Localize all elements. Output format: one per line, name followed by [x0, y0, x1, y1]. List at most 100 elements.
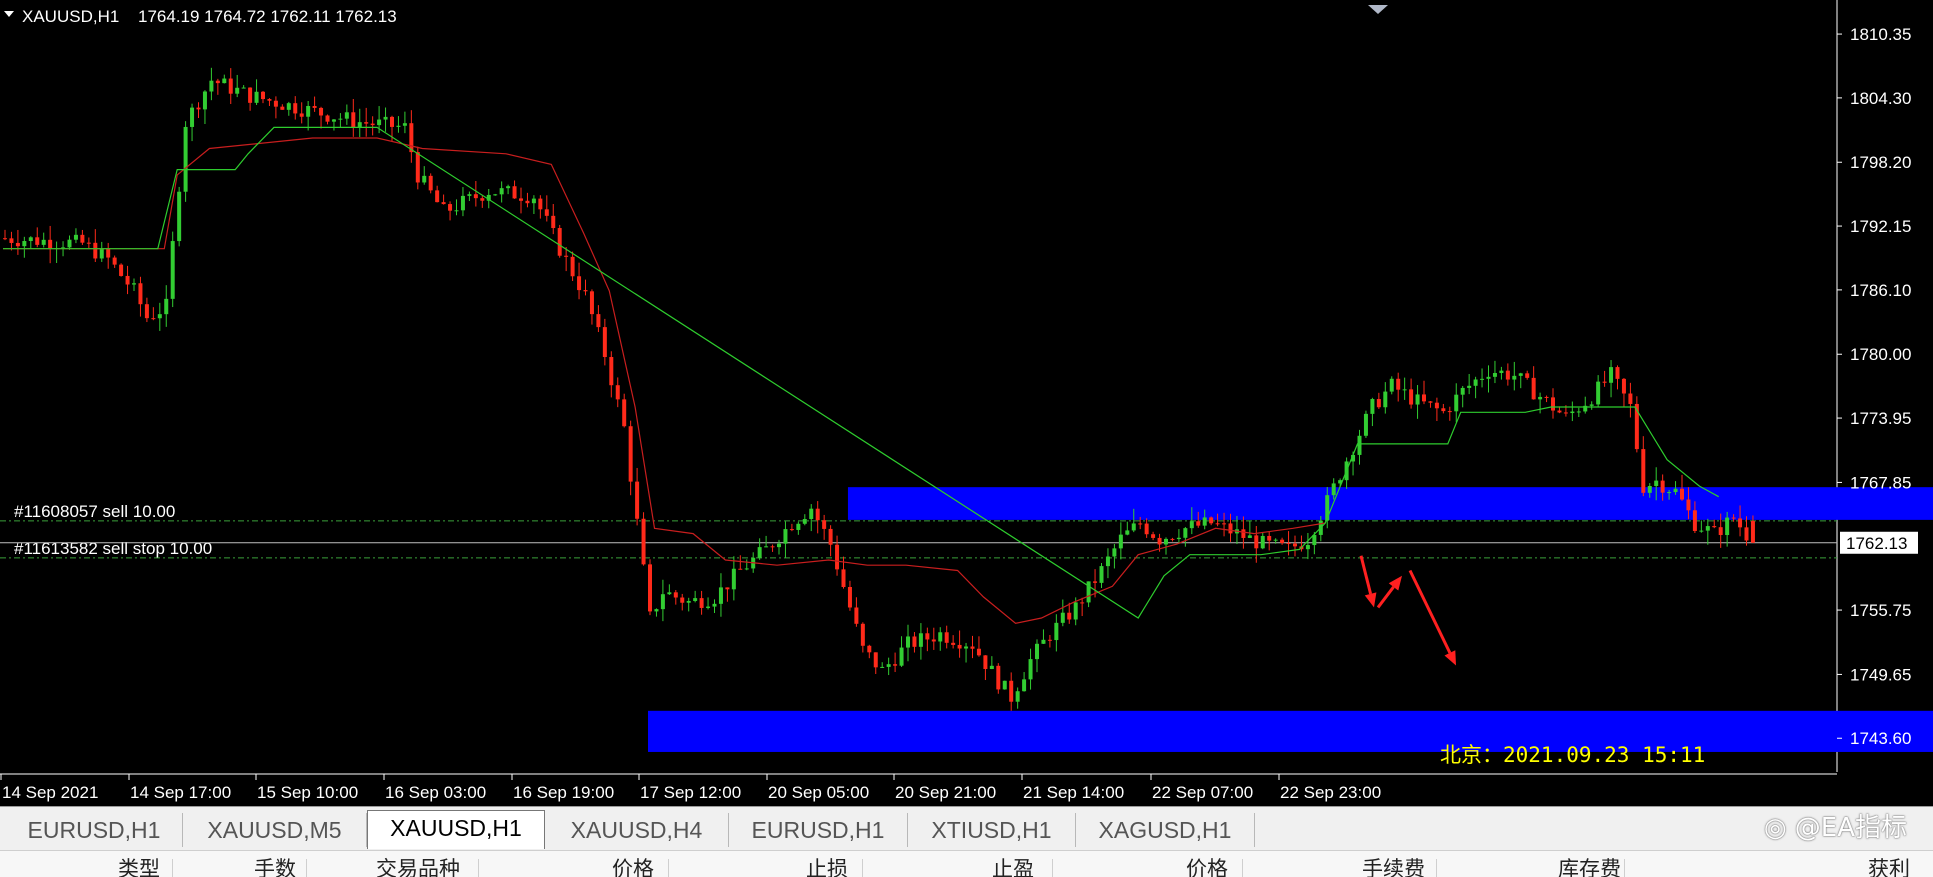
- candle-body: [1073, 602, 1078, 620]
- candle-body: [415, 152, 420, 183]
- candle-body: [957, 644, 962, 649]
- tab-xauusd-m5[interactable]: XAUUSD,M5: [183, 813, 367, 847]
- col-symbol[interactable]: 交易品种: [376, 858, 460, 877]
- candle-body: [899, 647, 904, 666]
- candle-body: [641, 518, 646, 565]
- candle-body: [1531, 377, 1536, 400]
- candle-body: [1434, 402, 1439, 409]
- candle-body: [1467, 385, 1472, 388]
- candle-body: [48, 239, 53, 249]
- candle-body: [893, 664, 898, 666]
- candle-body: [73, 234, 78, 240]
- candle-body: [873, 652, 878, 668]
- candle-body: [1718, 527, 1723, 536]
- candle-body: [635, 481, 640, 519]
- candle-body: [1673, 488, 1678, 493]
- candle-body: [996, 665, 1001, 690]
- candle-body: [1060, 612, 1065, 623]
- price-tick-label: 1792.15: [1850, 217, 1911, 236]
- candle-body: [583, 290, 588, 292]
- candle-body: [1028, 659, 1033, 680]
- col-type[interactable]: 类型: [118, 858, 160, 877]
- candle-body: [983, 655, 988, 669]
- col-price-2[interactable]: 价格: [1186, 858, 1228, 877]
- candle-body: [177, 191, 182, 242]
- candle-body: [725, 587, 730, 590]
- tab-eurusd-h1[interactable]: EURUSD,H1: [6, 813, 183, 847]
- col-price[interactable]: 价格: [612, 858, 654, 877]
- col-divider: [862, 859, 863, 877]
- col-profit[interactable]: 获利: [1868, 858, 1910, 877]
- candle-body: [267, 99, 272, 101]
- candle-body: [1041, 639, 1046, 644]
- candle-body: [9, 238, 14, 243]
- candle-body: [1428, 401, 1433, 403]
- candle-body: [1144, 523, 1149, 535]
- candle-body: [615, 385, 620, 400]
- tab-xtiusd-h1[interactable]: XTIUSD,H1: [908, 813, 1076, 847]
- candle-body: [1615, 367, 1620, 379]
- candle-body: [28, 237, 33, 242]
- candle-body: [557, 228, 562, 256]
- candle-body: [15, 242, 20, 247]
- col-divider: [668, 859, 669, 877]
- col-lots[interactable]: 手数: [254, 858, 296, 877]
- candle-body: [1544, 396, 1549, 398]
- order-label: #11613582 sell stop 10.00: [14, 539, 212, 558]
- candle-body: [847, 586, 852, 608]
- candle-body: [609, 357, 614, 386]
- candle-body: [357, 122, 362, 128]
- candle-body: [273, 100, 278, 107]
- candle-body: [1105, 556, 1110, 567]
- order-label: #11608057 sell 10.00: [14, 502, 175, 521]
- candle-body: [699, 598, 704, 608]
- candle-body: [1157, 537, 1162, 545]
- col-take-profit[interactable]: 止盈: [992, 858, 1034, 877]
- price-tick-label: 1749.65: [1850, 665, 1911, 684]
- current-price-label: 1762.13: [1846, 534, 1907, 553]
- tab-eurusd-h1-2[interactable]: EURUSD,H1: [729, 813, 908, 847]
- candle-body: [106, 248, 111, 258]
- candle-body: [93, 242, 98, 259]
- col-swap[interactable]: 库存费: [1558, 858, 1621, 877]
- candle-body: [209, 80, 214, 92]
- candle-body: [215, 80, 220, 84]
- candle-body: [1035, 643, 1039, 660]
- terminal-header: 类型 手数 交易品种 价格 止损 止盈 价格 手续费 库存费 获利: [0, 850, 1933, 877]
- candle-body: [744, 568, 749, 570]
- chart-canvas[interactable]: #11608057 sell 10.00 #11613582 sell stop …: [0, 0, 1933, 806]
- candle-body: [809, 508, 814, 520]
- candle-body: [157, 314, 162, 319]
- candle-body: [1699, 530, 1704, 532]
- watermark: ◎ @EA指标: [1764, 806, 1907, 850]
- candle-body: [931, 639, 936, 642]
- col-stop-loss[interactable]: 止损: [806, 858, 848, 877]
- candle-body: [338, 118, 343, 120]
- candle-body: [331, 119, 336, 122]
- candle-body: [402, 123, 407, 126]
- candle-body: [396, 125, 401, 127]
- candle-body: [951, 642, 956, 645]
- candle-body: [422, 175, 427, 183]
- candle-body: [1164, 538, 1168, 545]
- candle-body: [1370, 399, 1375, 414]
- candle-body: [1196, 521, 1201, 526]
- candle-body: [1647, 486, 1652, 493]
- candle-body: [1280, 539, 1285, 544]
- price-chart[interactable]: #11608057 sell 10.00 #11613582 sell stop …: [0, 0, 1933, 806]
- candle-body: [1241, 529, 1246, 538]
- tab-xagusd-h1[interactable]: XAGUSD,H1: [1076, 813, 1255, 847]
- tab-xauusd-h4[interactable]: XAUUSD,H4: [545, 813, 729, 847]
- candle-body: [1725, 517, 1730, 536]
- candle-body: [976, 648, 981, 656]
- candle-body: [441, 202, 446, 205]
- candle-body: [99, 248, 104, 259]
- tab-xauusd-h1[interactable]: XAUUSD,H1: [367, 810, 545, 849]
- col-commission[interactable]: 手续费: [1362, 858, 1425, 877]
- candle-body: [1538, 396, 1543, 400]
- candle-body: [1170, 538, 1175, 540]
- candle-body: [783, 529, 788, 544]
- time-tick-label: 16 Sep 03:00: [385, 783, 486, 802]
- candle-body: [731, 568, 736, 590]
- watermark-icon: ◎: [1763, 813, 1787, 843]
